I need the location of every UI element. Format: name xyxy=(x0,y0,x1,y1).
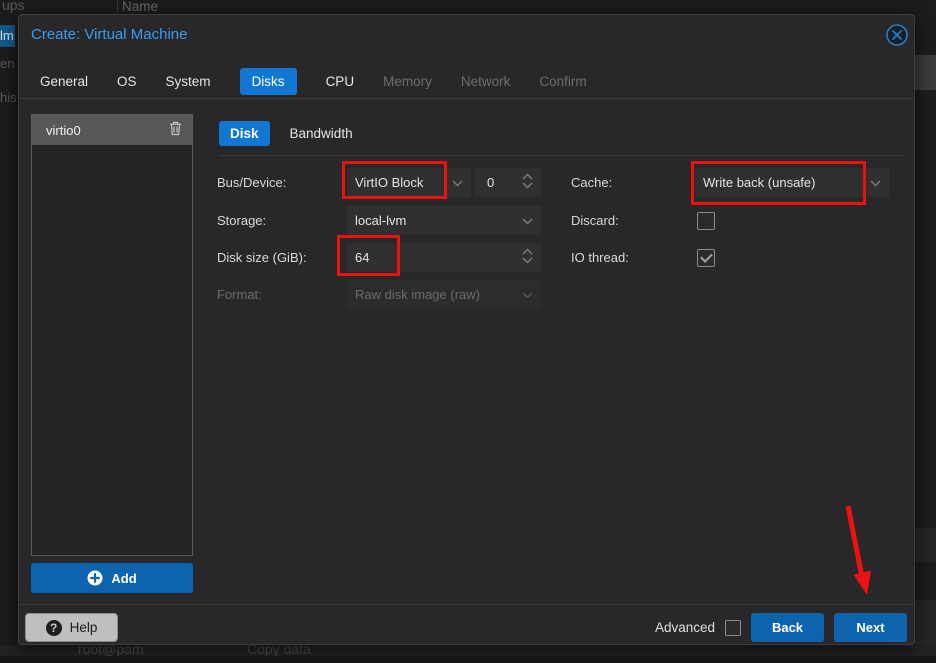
discard-label: Discard: xyxy=(571,206,619,235)
add-button-label: Add xyxy=(111,571,136,586)
io-thread-label: IO thread: xyxy=(571,243,629,272)
format-select-disabled: Raw disk image (raw) xyxy=(347,280,541,309)
plus-circle-icon xyxy=(87,570,103,586)
bg-sidebar-item: en xyxy=(0,56,14,71)
disk-list-panel: virtio0 xyxy=(31,114,193,556)
disk-subtabs: Disk Bandwidth xyxy=(219,121,353,146)
help-button[interactable]: ? Help xyxy=(25,613,118,642)
next-button[interactable]: Next xyxy=(834,613,907,642)
storage-select[interactable]: local-lvm xyxy=(347,206,541,235)
bus-device-label: Bus/Device: xyxy=(217,168,286,197)
tab-confirm: Confirm xyxy=(539,74,586,89)
format-value: Raw disk image (raw) xyxy=(355,287,522,302)
footer-actions: Advanced Back Next xyxy=(655,613,907,642)
tab-memory: Memory xyxy=(383,74,432,89)
trash-icon[interactable] xyxy=(169,121,182,139)
screen: ups Name lm en his root@pam Copy data Cr… xyxy=(0,0,936,663)
tab-system[interactable]: System xyxy=(166,74,211,89)
bg-bottom-edge xyxy=(0,656,936,663)
dialog-title: Create: Virtual Machine xyxy=(31,26,187,43)
bg-sidebar-item-selected: lm xyxy=(0,25,15,47)
dialog-tabbar: General OS System Disks CPU Memory Netwo… xyxy=(19,65,914,98)
bg-column-header-name: Name xyxy=(122,0,158,14)
disk-item-label: virtio0 xyxy=(46,123,81,138)
advanced-checkbox[interactable] xyxy=(725,620,741,636)
tab-disks[interactable]: Disks xyxy=(240,68,297,95)
disk-size-stepper[interactable]: 64 xyxy=(347,243,541,272)
advanced-label: Advanced xyxy=(655,620,715,635)
close-icon[interactable] xyxy=(885,23,909,47)
bg-right-toolbar-row xyxy=(915,55,936,90)
chevron-down-icon xyxy=(870,175,881,190)
subtab-separator xyxy=(219,155,905,156)
tabbar-separator xyxy=(19,98,914,99)
question-icon: ? xyxy=(46,620,62,636)
create-vm-dialog: Create: Virtual Machine General OS Syste… xyxy=(18,14,915,645)
chevron-down-icon xyxy=(452,175,463,190)
disk-list-item-virtio0[interactable]: virtio0 xyxy=(32,115,192,145)
chevron-down-icon xyxy=(522,213,533,228)
bg-sidebar-item: his xyxy=(0,90,17,105)
help-button-label: Help xyxy=(70,620,98,635)
bg-right-strip xyxy=(915,0,936,55)
discard-checkbox[interactable] xyxy=(697,212,715,230)
tab-cpu[interactable]: CPU xyxy=(326,74,355,89)
back-button[interactable]: Back xyxy=(751,613,824,642)
subtab-bandwidth[interactable]: Bandwidth xyxy=(290,126,353,141)
cache-value: Write back (unsafe) xyxy=(703,175,870,190)
bus-device-select[interactable]: VirtIO Block xyxy=(347,168,471,197)
bg-right-row xyxy=(915,528,936,562)
add-disk-button[interactable]: Add xyxy=(31,563,193,593)
bus-device-number-value: 0 xyxy=(483,175,522,190)
bg-column-separator xyxy=(117,0,118,14)
tab-general[interactable]: General xyxy=(40,74,88,89)
disk-size-label: Disk size (GiB): xyxy=(217,243,307,272)
bus-device-value: VirtIO Block xyxy=(355,175,452,190)
bg-right-strip xyxy=(915,90,936,528)
chevron-down-icon xyxy=(522,287,533,302)
spinner-up-down-icon[interactable] xyxy=(522,248,533,267)
bus-device-number-stepper[interactable]: 0 xyxy=(475,168,541,197)
storage-value: local-lvm xyxy=(355,213,522,228)
subtab-disk[interactable]: Disk xyxy=(219,121,270,146)
spinner-up-down-icon[interactable] xyxy=(522,173,533,192)
bg-sidebar-text-ups: ups xyxy=(2,0,25,13)
cache-label: Cache: xyxy=(571,168,612,197)
tab-network: Network xyxy=(461,74,511,89)
storage-label: Storage: xyxy=(217,206,266,235)
io-thread-checkbox[interactable] xyxy=(697,249,715,267)
cache-select[interactable]: Write back (unsafe) xyxy=(695,168,889,197)
disk-size-value: 64 xyxy=(355,250,522,265)
format-label: Format: xyxy=(217,280,262,309)
tab-os[interactable]: OS xyxy=(117,74,137,89)
bg-right-strip xyxy=(915,562,936,600)
footer-separator xyxy=(19,604,914,605)
